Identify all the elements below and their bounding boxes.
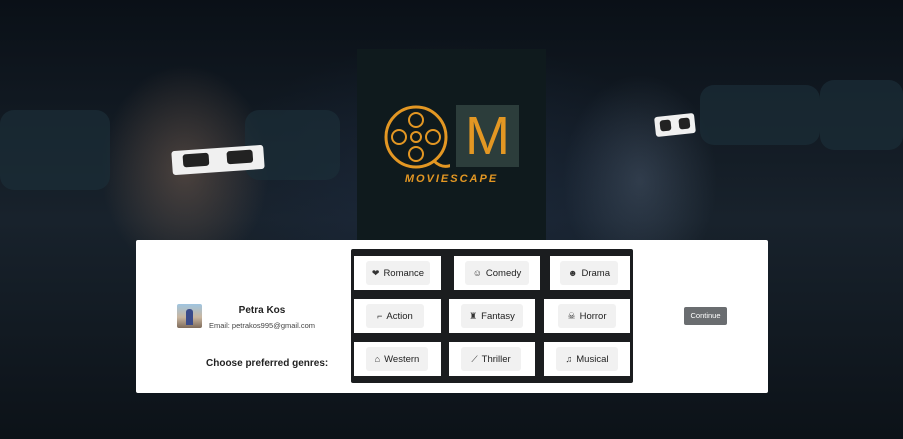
- castle-icon: ♜: [469, 310, 478, 321]
- cinema-seat: [700, 85, 820, 145]
- genre-button-drama[interactable]: ☻ Drama: [560, 261, 618, 285]
- genre-button-action[interactable]: ⌐ Action: [366, 304, 424, 328]
- logo-panel: M MOVIESCAPE: [357, 49, 546, 240]
- genre-button-western[interactable]: ⌂ Western: [366, 347, 428, 371]
- genre-label: Action: [386, 310, 413, 322]
- skull-icon: ☠: [567, 310, 576, 321]
- user-email: Email: petrakos995@gmail.com: [209, 321, 315, 330]
- user-avatar: [177, 304, 202, 328]
- genre-button-romance[interactable]: ❤ Romance: [366, 261, 430, 285]
- user-name: Petra Kos: [238, 305, 286, 316]
- music-note-icon: ♫: [565, 353, 573, 364]
- knife-icon: ⟋: [471, 353, 478, 364]
- genre-label: Comedy: [485, 267, 522, 279]
- genre-label: Horror: [579, 310, 607, 322]
- genre-button-comedy[interactable]: ☺ Comedy: [465, 261, 529, 285]
- genre-label: Musical: [576, 353, 609, 365]
- comedy-mask-icon: ☺: [472, 267, 482, 278]
- genre-grid: ❤ Romance ☺ Comedy ☻ Drama ⌐ Action ♜ Fa…: [351, 249, 633, 383]
- genre-button-fantasy[interactable]: ♜ Fantasy: [461, 304, 523, 328]
- logo-wordmark: MOVIESCAPE: [404, 173, 499, 185]
- film-reel-icon: [384, 105, 450, 169]
- heart-icon: ❤: [371, 267, 380, 278]
- genre-tile: ☻ Drama: [550, 256, 630, 290]
- genre-prompt-label: Choose preferred genres:: [206, 358, 329, 369]
- genre-tile: ⌂ Western: [354, 342, 441, 376]
- cinema-seat: [0, 110, 110, 190]
- genre-button-horror[interactable]: ☠ Horror: [558, 304, 616, 328]
- cowboy-hat-icon: ⌂: [374, 353, 381, 364]
- logo-letter-box: M: [456, 105, 519, 167]
- genre-tile: ♜ Fantasy: [449, 299, 535, 333]
- cinema-seat: [820, 80, 903, 150]
- gun-icon: ⌐: [377, 310, 383, 321]
- genre-label: Fantasy: [481, 310, 515, 322]
- genre-label: Romance: [383, 267, 425, 279]
- continue-button[interactable]: Continue: [684, 307, 727, 325]
- genre-label: Western: [384, 353, 420, 365]
- genre-tile: ⌐ Action: [354, 299, 441, 333]
- genre-tile: ⟋ Thriller: [449, 342, 535, 376]
- drama-masks-icon: ☻: [568, 267, 578, 278]
- genre-tile: ☺ Comedy: [454, 256, 540, 290]
- 3d-glasses-right: [654, 112, 696, 138]
- genre-tile: ☠ Horror: [544, 299, 630, 333]
- genre-tile: ❤ Romance: [354, 256, 441, 290]
- genre-selection-card: Petra Kos Email: petrakos995@gmail.com C…: [136, 240, 768, 393]
- genre-label: Drama: [581, 267, 610, 279]
- genre-label: Thriller: [481, 353, 511, 365]
- genre-tile: ♫ Musical: [544, 342, 630, 376]
- genre-button-musical[interactable]: ♫ Musical: [556, 347, 618, 371]
- genre-button-thriller[interactable]: ⟋ Thriller: [461, 347, 521, 371]
